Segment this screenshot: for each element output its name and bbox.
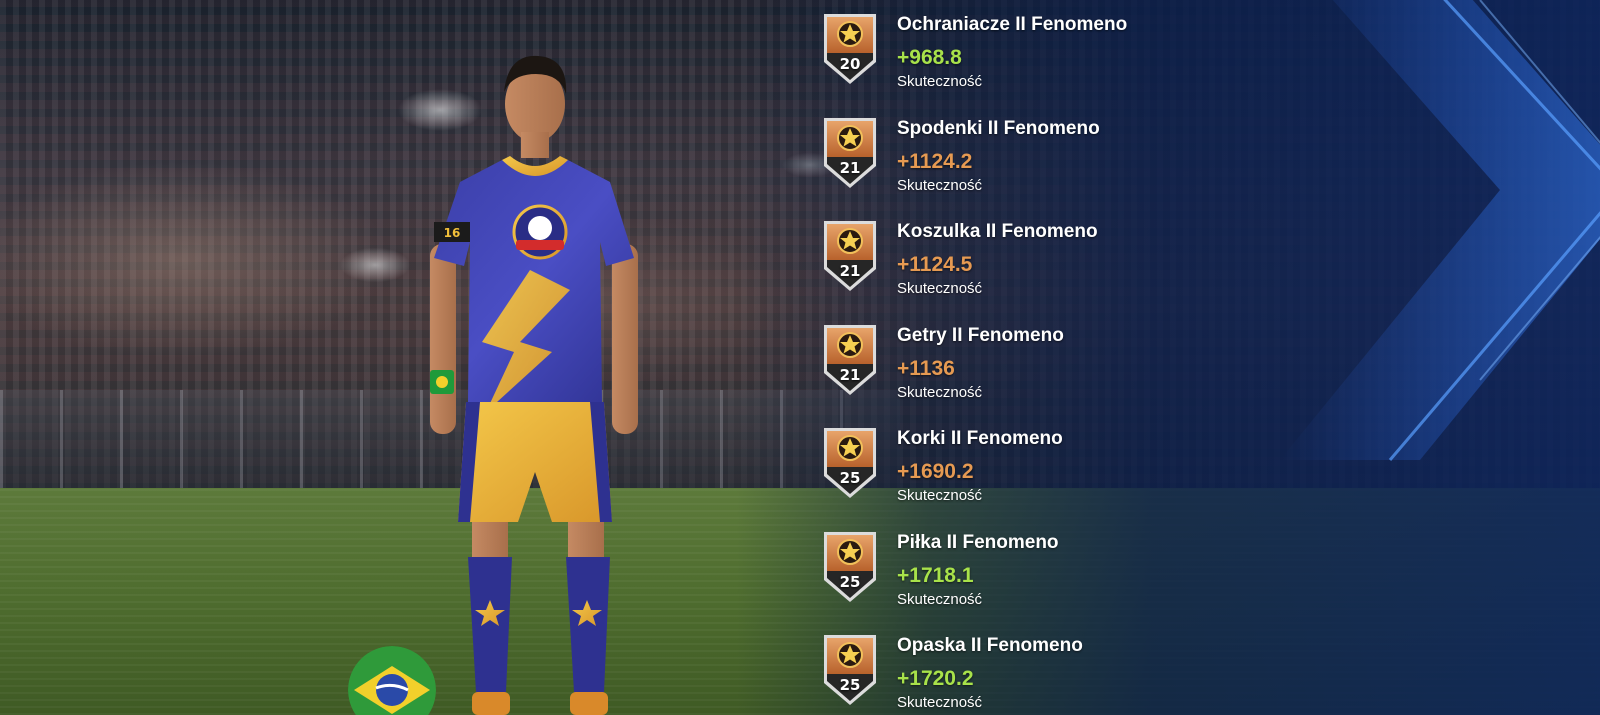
item-level: 25 <box>839 676 861 694</box>
item-bonus-value: +1124.5 <box>897 253 973 276</box>
item-level: 21 <box>839 262 861 280</box>
equipment-list: 20 Ochraniacze II Fenomeno +968.8 Skutec… <box>820 10 1240 715</box>
list-item-spodenki[interactable]: 21 Spodenki II Fenomeno +1124.2 Skuteczn… <box>820 114 1240 218</box>
list-item-opaska[interactable]: 25 Opaska II Fenomeno +1720.2 Skutecznoś… <box>820 631 1240 715</box>
item-badge: 25 <box>820 528 880 604</box>
star-badge-icon <box>824 531 876 602</box>
item-bonus-value: +1718.1 <box>897 563 974 587</box>
item-bonus-value: +1690.2 <box>897 460 974 483</box>
item-stat-label: Skuteczność <box>897 73 983 90</box>
item-level: 21 <box>839 158 861 177</box>
armband-number: 16 <box>444 226 461 240</box>
star-badge-icon <box>824 324 876 395</box>
stadium-background <box>0 0 1600 715</box>
item-name: Spodenki II Fenomeno <box>897 117 1100 139</box>
item-badge: 21 <box>820 114 880 190</box>
item-level: 25 <box>839 572 861 591</box>
item-bonus-value: +1720.2 <box>897 667 974 690</box>
item-name: Opaska II Fenomeno <box>897 635 1083 656</box>
item-level: 21 <box>839 365 861 384</box>
item-badge: 21 <box>820 217 880 293</box>
item-badge: 20 <box>820 10 880 86</box>
item-level: 20 <box>839 55 861 73</box>
item-badge: 25 <box>820 631 880 707</box>
chevron-decoration-icon <box>1280 0 1600 461</box>
item-stat-label: Skuteczność <box>897 487 983 504</box>
item-badge: 25 <box>820 424 880 500</box>
item-stat-label: Skuteczność <box>897 694 983 711</box>
list-item-pilka[interactable]: 25 Piłka II Fenomeno +1718.1 Skuteczność <box>820 528 1240 632</box>
item-stat-label: Skuteczność <box>897 176 983 194</box>
star-badge-icon <box>824 117 876 188</box>
item-name: Piłka II Fenomeno <box>897 531 1059 553</box>
item-level: 25 <box>839 469 861 487</box>
item-name: Ochraniacze II Fenomeno <box>897 14 1128 35</box>
star-badge-icon <box>824 428 876 498</box>
item-stat-label: Skuteczność <box>897 280 983 297</box>
item-name: Getry II Fenomeno <box>897 324 1064 346</box>
item-stat-label: Skuteczność <box>897 590 983 608</box>
item-badge: 21 <box>820 321 880 397</box>
star-badge-icon <box>824 221 876 291</box>
item-bonus-value: +968.8 <box>897 46 962 69</box>
list-item-ochraniacze[interactable]: 20 Ochraniacze II Fenomeno +968.8 Skutec… <box>820 10 1240 114</box>
list-item-korki[interactable]: 25 Korki II Fenomeno +1690.2 Skuteczność <box>820 424 1240 528</box>
list-item-koszulka[interactable]: 21 Koszulka II Fenomeno +1124.5 Skuteczn… <box>820 217 1240 321</box>
star-badge-icon <box>824 14 876 84</box>
item-name: Korki II Fenomeno <box>897 428 1063 449</box>
item-bonus-value: +1124.2 <box>897 149 973 173</box>
star-badge-icon <box>824 635 876 705</box>
item-bonus-value: +1136 <box>897 356 955 380</box>
player-avatar[interactable]: 16 <box>420 52 650 715</box>
item-name: Koszulka II Fenomeno <box>897 221 1098 242</box>
item-stat-label: Skuteczność <box>897 383 983 401</box>
list-item-getry[interactable]: 21 Getry II Fenomeno +1136 Skuteczność <box>820 321 1240 425</box>
